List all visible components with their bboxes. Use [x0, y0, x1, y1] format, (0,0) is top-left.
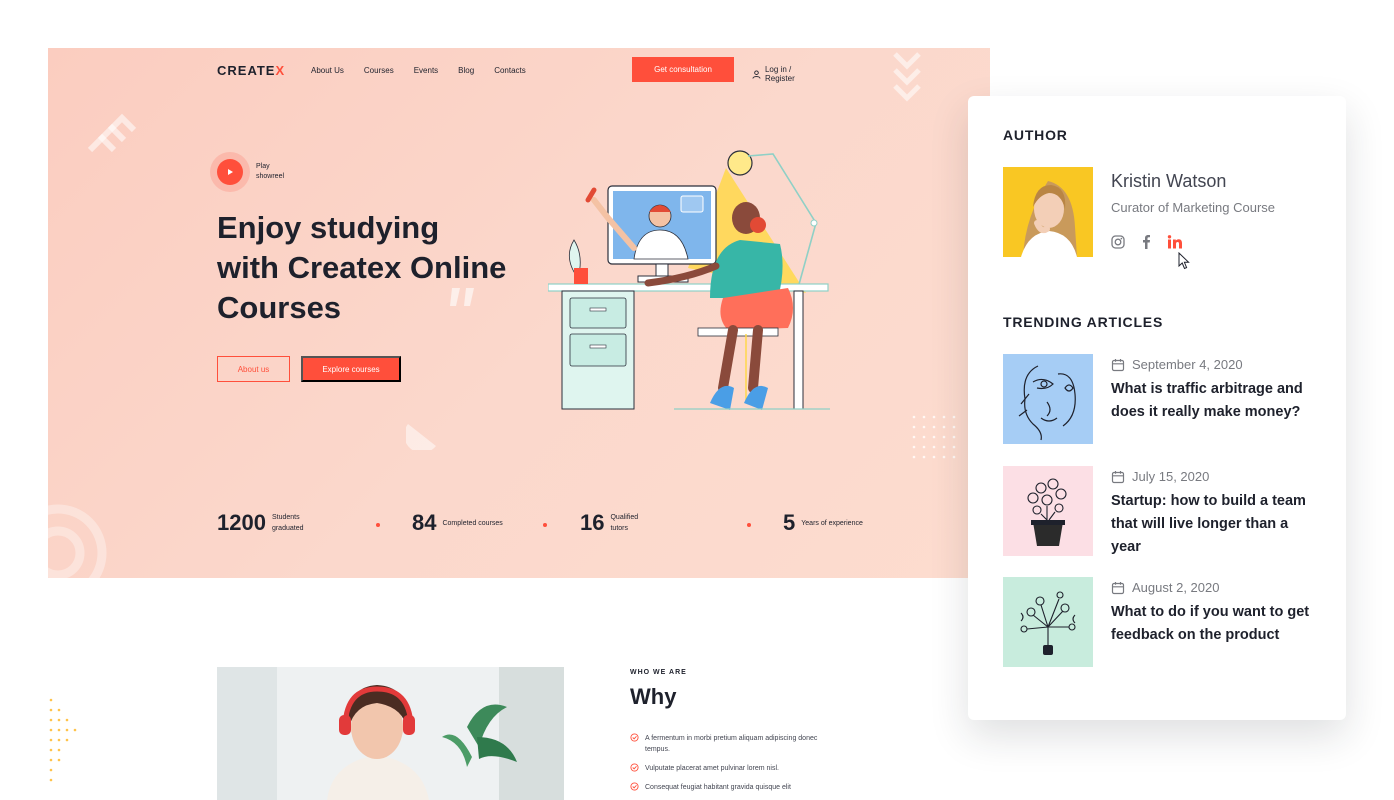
- trending-heading: TRENDING ARTICLES: [1003, 314, 1164, 330]
- sidebar-card: AUTHOR Kristin Watson Curator of Marketi…: [968, 96, 1346, 720]
- stat-value: 1200: [217, 510, 266, 535]
- calendar-icon: [1111, 358, 1125, 371]
- article-thumbnail[interactable]: [1003, 577, 1093, 667]
- hero-title: Enjoy studying with Createx Online Cours…: [217, 210, 507, 325]
- trending-article[interactable]: September 4, 2020 What is traffic arbitr…: [1003, 354, 1323, 444]
- article-date-text: August 2, 2020: [1132, 580, 1220, 595]
- about-us-button[interactable]: About us: [217, 356, 290, 382]
- list-item: Consequat feugiat habitant gravida quisq…: [630, 782, 830, 793]
- check-circle-icon: [630, 763, 639, 772]
- trending-article[interactable]: July 15, 2020 Startup: how to build a te…: [1003, 466, 1323, 556]
- section-eyebrow: WHO WE ARE: [630, 669, 687, 676]
- list-item-text: Vulputate placerat amet pulvinar lorem n…: [645, 765, 779, 772]
- lightbulb-illustration: [1003, 577, 1093, 667]
- stat-value: 16: [580, 510, 605, 535]
- nav-link-about-us[interactable]: About Us: [311, 66, 344, 75]
- stat-value: 84: [412, 510, 437, 535]
- rings-decoration: [48, 504, 107, 578]
- calendar-icon: [1111, 581, 1125, 594]
- article-date: August 2, 2020: [1111, 580, 1219, 595]
- chevron-decoration: [88, 113, 137, 153]
- stat-separator: [747, 523, 751, 527]
- nav-link-contacts[interactable]: Contacts: [494, 66, 526, 75]
- plant-pot-illustration: [1003, 466, 1093, 556]
- get-consultation-button[interactable]: Get consultation: [632, 57, 734, 82]
- linkedin-icon[interactable]: [1167, 234, 1183, 249]
- student-photo-image: [217, 667, 564, 800]
- hero-section: CREATEX About Us Courses Events Blog Con…: [48, 48, 990, 578]
- play-showreel[interactable]: Play showreel: [210, 152, 290, 192]
- login-register-label: Log in / Register: [764, 65, 795, 83]
- top-navbar: CREATEX About Us Courses Events Blog Con…: [217, 57, 823, 83]
- list-item-text: Consequat feugiat habitant gravida quisq…: [645, 784, 791, 791]
- check-circle-icon: [630, 782, 639, 791]
- login-register-link[interactable]: Log in / Register: [752, 65, 823, 83]
- author-avatar: [1003, 167, 1093, 257]
- stat-label: Students graduated: [271, 514, 304, 532]
- author-name: Kristin Watson: [1111, 171, 1227, 191]
- explore-courses-button[interactable]: Explore courses: [301, 356, 401, 382]
- hero-illustration: [548, 150, 830, 410]
- abstract-face-illustration: [1003, 354, 1093, 444]
- stat-separator: [376, 523, 380, 527]
- stat-label: Qualified tutors: [610, 514, 639, 532]
- stat-label: Completed courses: [442, 519, 503, 527]
- list-item-text: A fermentum in morbi pretium aliquam adi…: [645, 735, 818, 753]
- student-photo: [217, 667, 564, 800]
- benefit-list: A fermentum in morbi pretium aliquam adi…: [630, 733, 830, 800]
- list-item: A fermentum in morbi pretium aliquam adi…: [630, 733, 830, 755]
- facebook-icon[interactable]: [1141, 234, 1151, 249]
- calendar-icon: [1111, 470, 1125, 483]
- article-date: July 15, 2020: [1111, 469, 1209, 484]
- stat-label: Years of experience: [801, 519, 863, 527]
- page: CREATEX About Us Courses Events Blog Con…: [0, 0, 1394, 800]
- article-thumbnail[interactable]: [1003, 466, 1093, 556]
- dots-decoration: [912, 415, 956, 459]
- instagram-icon[interactable]: [1111, 234, 1125, 249]
- article-title[interactable]: Startup: how to build a team that will l…: [1111, 490, 1321, 559]
- nav-link-events[interactable]: Events: [414, 66, 438, 75]
- author-avatar-image: [1003, 167, 1093, 257]
- play-button[interactable]: [210, 152, 250, 192]
- article-date: September 4, 2020: [1111, 357, 1243, 372]
- section-title: Why: [630, 684, 677, 709]
- user-icon: [752, 69, 761, 79]
- article-date-text: September 4, 2020: [1132, 357, 1243, 372]
- stat-students: 1200 Students graduated: [217, 510, 314, 536]
- logo[interactable]: CREATEX: [217, 63, 285, 78]
- article-date-text: July 15, 2020: [1132, 469, 1210, 484]
- nav-link-courses[interactable]: Courses: [364, 66, 394, 75]
- play-icon: [228, 169, 233, 175]
- play-showreel-label: Play showreel: [256, 163, 285, 180]
- stat-courses: 84 Completed courses: [412, 510, 522, 536]
- nav-links: About Us Courses Events Blog Contacts: [311, 66, 526, 75]
- article-title[interactable]: What is traffic arbitrage and does it re…: [1111, 378, 1321, 424]
- dots-decoration: [49, 698, 77, 782]
- check-circle-icon: [630, 733, 639, 742]
- mouse-pointer-icon: [1178, 252, 1190, 270]
- halfcircle-decoration: [406, 424, 436, 450]
- stat-value: 5: [783, 510, 796, 535]
- chevron-decoration: [893, 52, 921, 102]
- trending-article[interactable]: August 2, 2020 What to do if you want to…: [1003, 577, 1323, 667]
- list-item: Vulputate placerat amet pulvinar lorem n…: [630, 763, 830, 774]
- stat-experience: 5 Years of experience: [783, 510, 881, 536]
- stat-tutors: 16 Qualified tutors: [580, 510, 646, 536]
- article-title[interactable]: What to do if you want to get feedback o…: [1111, 601, 1321, 647]
- author-socials: [1111, 234, 1183, 249]
- article-thumbnail[interactable]: [1003, 354, 1093, 444]
- stat-separator: [543, 523, 547, 527]
- nav-link-blog[interactable]: Blog: [458, 66, 474, 75]
- stats-bar: 1200 Students graduated 84 Completed cou…: [217, 510, 863, 540]
- author-role: Curator of Marketing Course: [1111, 200, 1276, 215]
- author-heading: AUTHOR: [1003, 127, 1068, 143]
